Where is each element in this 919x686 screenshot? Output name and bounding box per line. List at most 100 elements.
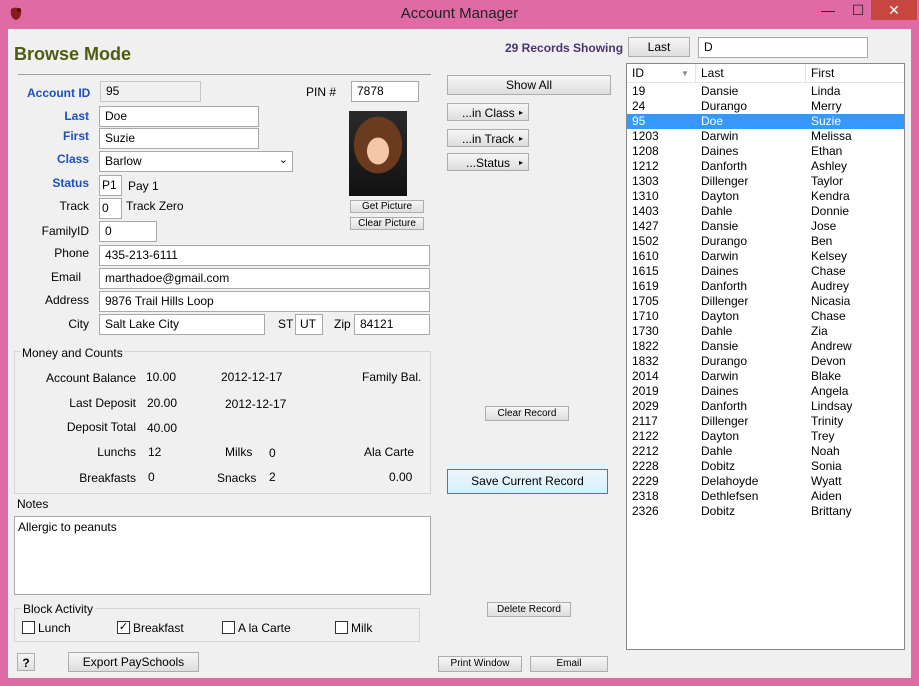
email-field[interactable]: marthadoe@gmail.com — [99, 268, 430, 289]
last-name-field[interactable]: Doe — [99, 106, 259, 127]
milk-checkbox[interactable] — [335, 621, 348, 634]
table-row[interactable]: 1730 Dahle Zia — [627, 324, 904, 339]
table-row[interactable]: 2029 Danforth Lindsay — [627, 399, 904, 414]
lunch-checkbox[interactable] — [22, 621, 35, 634]
table-row[interactable]: 24 Durango Merry — [627, 99, 904, 114]
cell-last: Dillenger — [701, 414, 749, 428]
lunchs-label: Lunchs — [97, 445, 136, 459]
save-record-button[interactable]: Save Current Record — [447, 469, 608, 494]
table-row[interactable]: 2019 Daines Angela — [627, 384, 904, 399]
table-row[interactable]: 1502 Durango Ben — [627, 234, 904, 249]
table-row[interactable]: 1208 Daines Ethan — [627, 144, 904, 159]
maximize-button[interactable]: ☐ — [844, 0, 872, 20]
records-list[interactable]: ID ▼ Last First 19 Dansie Linda 24 Durango Me… — [626, 63, 905, 650]
cell-last: Dethlefsen — [701, 489, 759, 503]
column-header-first[interactable]: First — [806, 64, 904, 83]
cell-id: 2228 — [632, 459, 659, 473]
table-row[interactable]: 2228 Dobitz Sonia — [627, 459, 904, 474]
show-all-button[interactable]: Show All — [447, 75, 611, 95]
cell-id: 1310 — [632, 189, 659, 203]
column-header-last[interactable]: Last — [696, 64, 806, 83]
in-track-label: ...in Track — [462, 132, 515, 146]
status-label: Status — [52, 176, 89, 190]
status-filter-button[interactable]: ...Status ▸ — [447, 153, 529, 171]
email-button[interactable]: Email — [530, 656, 608, 672]
cell-last: Delahoyde — [701, 474, 759, 488]
table-row[interactable]: 1203 Darwin Melissa — [627, 129, 904, 144]
table-row[interactable]: 1619 Danforth Audrey — [627, 279, 904, 294]
notes-textarea[interactable]: Allergic to peanuts — [14, 516, 431, 595]
table-row[interactable]: 2212 Dahle Noah — [627, 444, 904, 459]
cell-last: Darwin — [701, 129, 739, 143]
breakfast-checkbox[interactable]: ✓ — [117, 621, 130, 634]
search-field-button[interactable]: Last — [628, 37, 690, 57]
table-row[interactable]: 1212 Danforth Ashley — [627, 159, 904, 174]
help-button[interactable]: ? — [17, 653, 35, 671]
cell-id: 2212 — [632, 444, 659, 458]
export-payschools-button[interactable]: Export PaySchools — [68, 652, 199, 672]
status-text: Pay 1 — [128, 179, 159, 193]
close-button[interactable]: ✕ — [871, 0, 917, 20]
in-track-button[interactable]: ...in Track ▸ — [447, 129, 529, 147]
print-window-button[interactable]: Print Window — [438, 656, 522, 672]
table-row[interactable]: 1310 Dayton Kendra — [627, 189, 904, 204]
state-field[interactable]: UT — [295, 314, 323, 335]
table-row[interactable]: 2318 Dethlefsen Aiden — [627, 489, 904, 504]
table-row[interactable]: 2229 Delahoyde Wyatt — [627, 474, 904, 489]
table-row[interactable]: 1303 Dillenger Taylor — [627, 174, 904, 189]
delete-record-button[interactable]: Delete Record — [487, 602, 571, 617]
class-select[interactable]: Barlow ⌄ — [99, 151, 293, 172]
track-text: Track Zero — [126, 199, 184, 213]
table-row[interactable]: 2326 Dobitz Brittany — [627, 504, 904, 519]
table-row[interactable]: 2117 Dillenger Trinity — [627, 414, 904, 429]
cell-first: Angela — [811, 384, 849, 398]
table-row[interactable]: 2014 Darwin Blake — [627, 369, 904, 384]
pin-field[interactable]: 7878 — [351, 81, 419, 102]
cell-id: 2229 — [632, 474, 659, 488]
table-row[interactable]: 1610 Darwin Kelsey — [627, 249, 904, 264]
get-picture-button[interactable]: Get Picture — [350, 200, 424, 213]
table-row[interactable]: 2122 Dayton Trey — [627, 429, 904, 444]
account-id-field: 95 — [100, 81, 201, 102]
family-id-field[interactable]: 0 — [99, 221, 157, 242]
minimize-button[interactable]: — — [812, 0, 844, 20]
status-code-field[interactable]: P1 — [99, 175, 122, 196]
last-deposit-date: 2012-12-17 — [225, 397, 287, 411]
address-field[interactable]: 9876 Trail Hills Loop — [99, 291, 430, 312]
column-header-id[interactable]: ID ▼ — [627, 64, 696, 83]
ala-carte-checkbox[interactable] — [222, 621, 235, 634]
cell-first: Zia — [811, 324, 828, 338]
table-row[interactable]: 1705 Dillenger Nicasia — [627, 294, 904, 309]
table-row[interactable]: 1615 Daines Chase — [627, 264, 904, 279]
cell-first: Ben — [811, 234, 833, 248]
submenu-arrow-icon: ▸ — [518, 158, 523, 167]
table-row[interactable]: 1822 Dansie Andrew — [627, 339, 904, 354]
clear-picture-button[interactable]: Clear Picture — [350, 217, 424, 230]
cell-first: Audrey — [811, 279, 850, 293]
table-row[interactable]: 1710 Dayton Chase — [627, 309, 904, 324]
table-row[interactable]: 1832 Durango Devon — [627, 354, 904, 369]
table-row[interactable]: 1403 Dahle Donnie — [627, 204, 904, 219]
table-row[interactable]: 19 Dansie Linda — [627, 84, 904, 99]
cell-last: Dahle — [701, 204, 733, 218]
track-code-field[interactable]: 0 — [99, 198, 122, 219]
last-deposit-label: Last Deposit — [69, 396, 136, 410]
cell-last: Doe — [701, 114, 724, 128]
address-label: Address — [44, 293, 89, 307]
clear-record-button[interactable]: Clear Record — [485, 406, 569, 421]
lunchs-value: 12 — [148, 445, 162, 459]
class-label: Class — [56, 152, 89, 166]
cell-last: Dillenger — [701, 174, 749, 188]
table-row[interactable]: 95 Doe Suzie — [627, 114, 904, 129]
in-class-button[interactable]: ...in Class ▸ — [447, 103, 529, 121]
money-group-label: Money and Counts — [20, 346, 125, 360]
first-name-label: First — [62, 129, 89, 143]
search-input[interactable]: D — [698, 37, 868, 58]
first-name-field[interactable]: Suzie — [99, 128, 259, 149]
table-row[interactable]: 1427 Dansie Jose — [627, 219, 904, 234]
phone-field[interactable]: 435-213-6111 — [99, 245, 430, 266]
city-field[interactable]: Salt Lake City — [99, 314, 265, 335]
cell-last: Dayton — [701, 189, 740, 203]
milks-label: Milks — [225, 445, 253, 459]
zip-field[interactable]: 84121 — [354, 314, 430, 335]
